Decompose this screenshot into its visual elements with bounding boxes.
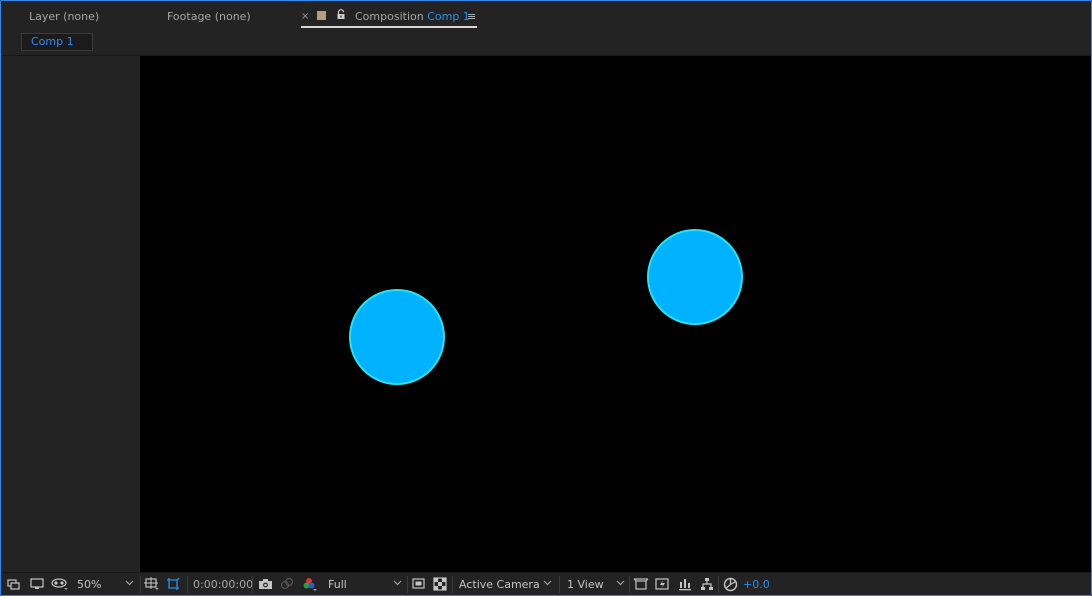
- toolbar-divider: [252, 576, 253, 593]
- color-channels-icon[interactable]: [302, 577, 318, 592]
- 3d-draft-icon[interactable]: [633, 577, 649, 592]
- toolbar-divider: [718, 576, 719, 593]
- toolbar-divider: [452, 576, 453, 593]
- flowchart-icon[interactable]: [700, 577, 714, 592]
- chevron-down-icon: [543, 578, 552, 587]
- magnification-dropdown[interactable]: 50%: [77, 577, 137, 592]
- resolution-value: Full: [328, 578, 347, 591]
- checkerboard-icon[interactable]: [433, 577, 447, 592]
- tab-layer-label: Layer: [29, 10, 60, 23]
- tab-composition[interactable]: × Composition Comp 1 ≡: [301, 8, 477, 28]
- composition-panel: Layer (none) Footage (none) × Compositio…: [0, 0, 1092, 596]
- composition-canvas[interactable]: [140, 56, 1091, 572]
- lock-icon[interactable]: [336, 9, 346, 24]
- panel-menu-icon[interactable]: ≡: [467, 10, 476, 24]
- composition-breadcrumb[interactable]: Comp 1: [21, 33, 93, 51]
- toolbar-divider: [559, 576, 560, 593]
- monitor-icon[interactable]: [30, 577, 44, 592]
- current-time-display[interactable]: 0:00:00:00: [193, 577, 253, 592]
- tab-layer[interactable]: Layer (none): [29, 10, 99, 24]
- show-snapshot-icon[interactable]: [280, 577, 294, 592]
- tab-composition-label: Composition: [355, 10, 424, 23]
- view-layout-value: 1 View: [567, 578, 604, 591]
- camera-value: Active Camera: [459, 578, 540, 591]
- magnification-value: 50%: [77, 578, 102, 591]
- chevron-down-icon: [125, 578, 134, 587]
- toolbar-divider: [407, 576, 408, 593]
- tab-footage-label: Footage: [167, 10, 212, 23]
- timeline-icon[interactable]: [678, 577, 692, 592]
- tab-composition-value: Comp 1: [427, 10, 470, 23]
- viewer-toolbar: 50% 0:00:00:00 Full Active Camera 1 View…: [2, 572, 1091, 595]
- camera-dropdown[interactable]: Active Camera: [459, 577, 555, 592]
- chevron-down-icon: [393, 578, 402, 587]
- circle-shape-layer[interactable]: [649, 231, 741, 323]
- tab-layer-value: (none): [63, 10, 100, 23]
- resolution-dropdown[interactable]: Full: [328, 577, 406, 592]
- mask-visibility-icon[interactable]: [51, 577, 69, 592]
- chevron-down-icon: [616, 578, 625, 587]
- toolbar-divider: [187, 576, 188, 593]
- region-of-interest-icon[interactable]: [166, 577, 182, 592]
- toolbar-divider: [629, 576, 630, 593]
- fast-previews-icon[interactable]: [655, 577, 671, 592]
- view-layout-dropdown[interactable]: 1 View: [567, 577, 627, 592]
- circle-shape-layer[interactable]: [351, 291, 443, 383]
- panel-tab-bar: Layer (none) Footage (none) × Compositio…: [1, 1, 1091, 31]
- toolbar-divider: [140, 576, 141, 593]
- tab-footage-value: (none): [214, 10, 251, 23]
- close-icon[interactable]: ×: [301, 10, 309, 24]
- toggle-grid-icon[interactable]: [144, 577, 160, 592]
- snapshot-icon[interactable]: [258, 577, 273, 592]
- transparency-grid-icon[interactable]: [412, 577, 425, 592]
- pasteboard: [2, 56, 140, 572]
- tab-composition-title: Composition Comp 1: [355, 10, 470, 24]
- exposure-value[interactable]: +0.0: [743, 577, 770, 592]
- reset-exposure-icon[interactable]: [723, 577, 738, 592]
- label-color-icon[interactable]: [317, 11, 326, 20]
- always-preview-icon[interactable]: [7, 577, 21, 592]
- tab-footage[interactable]: Footage (none): [167, 10, 251, 24]
- composition-viewer[interactable]: [2, 55, 1091, 572]
